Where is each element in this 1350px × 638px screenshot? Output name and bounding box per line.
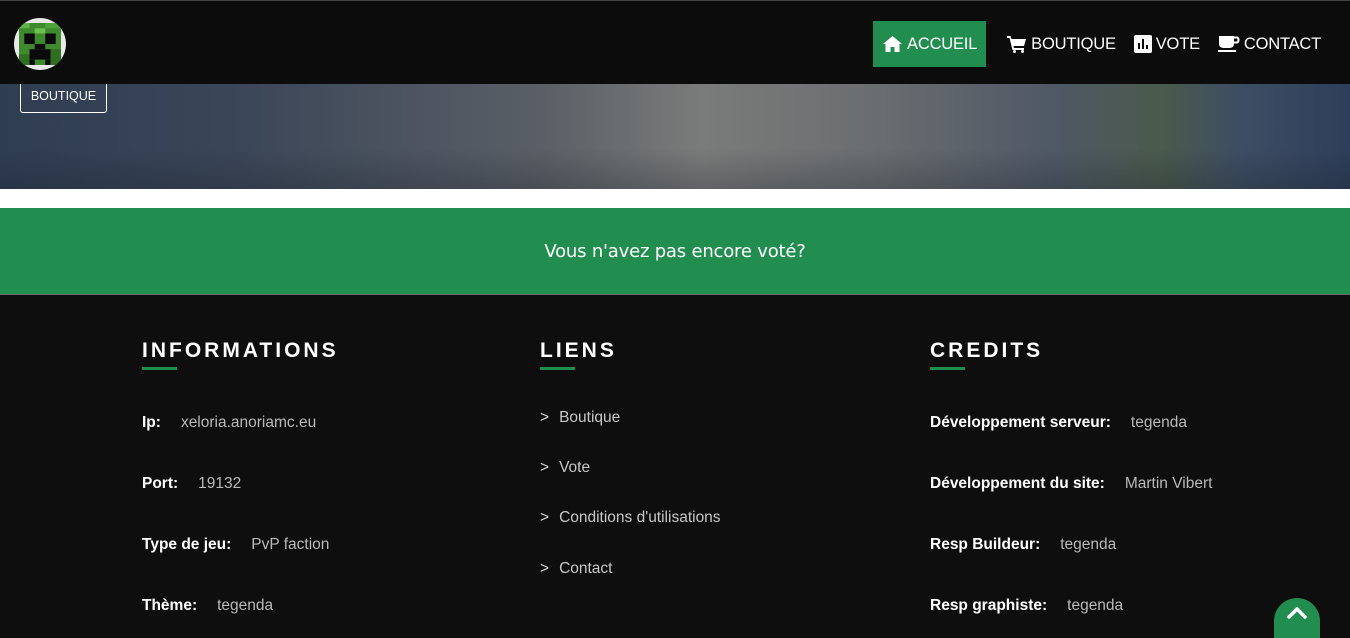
- info-row-theme: Thème: tegenda: [142, 597, 273, 615]
- hero-boutique-label: BOUTIQUE: [30, 89, 97, 103]
- nav-accueil[interactable]: ACCUEIL: [873, 21, 987, 67]
- footer-link-vote[interactable]: > Vote: [540, 459, 590, 477]
- nav-contact-label: CONTACT: [1243, 34, 1321, 53]
- vote-band[interactable]: Vous n'avez pas encore voté?: [0, 208, 1350, 294]
- info-row-type: Type de jeu: PvP faction: [142, 536, 329, 554]
- credit-value: tegenda: [1067, 597, 1124, 614]
- nav-boutique[interactable]: BOUTIQUE: [998, 21, 1125, 67]
- link-label: Conditions d'utilisations: [559, 509, 721, 526]
- logo[interactable]: [14, 18, 66, 70]
- chart-icon: [1133, 35, 1152, 53]
- info-row-ip: Ip: xeloria.anoriamc.eu: [142, 414, 316, 432]
- footer-link-conditions[interactable]: > Conditions d'utilisations: [540, 509, 721, 527]
- main-nav: ACCUEIL BOUTIQUE VOTE CONTACT: [873, 21, 1330, 67]
- hero-boutique-button[interactable]: BOUTIQUE: [20, 80, 107, 113]
- page: ACCUEIL BOUTIQUE VOTE CONTACT BOUTIQUE V…: [0, 0, 1350, 638]
- credit-row-dev-serveur: Développement serveur: tegenda: [930, 414, 1187, 432]
- liens-underline: [540, 367, 575, 370]
- info-key: Type de jeu:: [142, 536, 232, 553]
- scroll-to-top-button[interactable]: [1274, 598, 1320, 638]
- link-label: Boutique: [559, 409, 621, 426]
- liens-title: LIENS: [540, 339, 617, 362]
- footer-link-boutique[interactable]: > Boutique: [540, 409, 620, 427]
- home-icon: [883, 36, 903, 52]
- credits-underline: [930, 367, 965, 370]
- chevron-right-icon: >: [540, 459, 550, 476]
- info-row-port: Port: 19132: [142, 475, 241, 493]
- hero-shade: [0, 149, 1350, 189]
- creeper-face-icon: [19, 23, 61, 65]
- footer-link-contact[interactable]: > Contact: [540, 560, 612, 578]
- hero-banner: BOUTIQUE: [0, 80, 1350, 189]
- credit-row-graphiste: Resp graphiste: tegenda: [930, 597, 1123, 615]
- informations-title: INFORMATIONS: [142, 339, 339, 362]
- nav-vote-label: VOTE: [1155, 34, 1200, 53]
- chevron-right-icon: >: [540, 560, 550, 577]
- nav-vote[interactable]: VOTE: [1125, 21, 1209, 67]
- nav-boutique-label: BOUTIQUE: [1031, 34, 1116, 53]
- nav-accueil-label: ACCUEIL: [907, 34, 978, 53]
- credit-key: Développement serveur:: [930, 414, 1111, 431]
- info-value: xeloria.anoriamc.eu: [180, 414, 317, 431]
- credit-value: tegenda: [1060, 536, 1117, 553]
- info-value: PvP faction: [251, 536, 330, 553]
- chevron-up-icon: [1287, 607, 1307, 619]
- link-label: Contact: [559, 560, 613, 577]
- credit-value: tegenda: [1130, 414, 1187, 431]
- chevron-right-icon: >: [540, 509, 550, 526]
- informations-underline: [142, 367, 177, 370]
- credits-title: CREDITS: [930, 339, 1044, 362]
- link-label: Vote: [559, 459, 591, 476]
- footer: INFORMATIONS Ip: xeloria.anoriamc.eu Port…: [0, 295, 1350, 638]
- credit-row-buildeur: Resp Buildeur: tegenda: [930, 536, 1116, 554]
- credit-key: Resp graphiste:: [930, 597, 1048, 614]
- cart-icon: [1007, 36, 1027, 53]
- info-value: tegenda: [217, 597, 274, 614]
- info-key: Ip:: [142, 414, 161, 431]
- info-key: Thème:: [142, 597, 198, 614]
- info-key: Port:: [142, 475, 179, 492]
- credit-key: Resp Buildeur:: [930, 536, 1041, 553]
- credit-value: Martin Vibert: [1124, 475, 1213, 492]
- cup-icon: [1217, 36, 1240, 52]
- chevron-right-icon: >: [540, 409, 550, 426]
- vote-band-text: Vous n'avez pas encore voté?: [544, 240, 806, 262]
- nav-contact[interactable]: CONTACT: [1209, 21, 1330, 67]
- navbar: ACCUEIL BOUTIQUE VOTE CONTACT: [0, 0, 1350, 84]
- section-gap: [0, 189, 1350, 208]
- credit-key: Développement du site:: [930, 475, 1105, 492]
- credit-row-dev-site: Développement du site: Martin Vibert: [930, 475, 1212, 493]
- info-value: 19132: [198, 475, 242, 492]
